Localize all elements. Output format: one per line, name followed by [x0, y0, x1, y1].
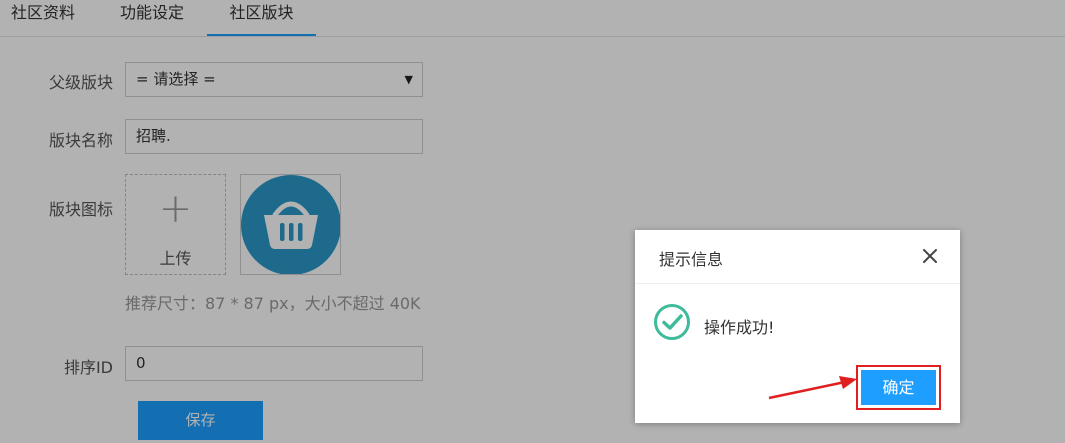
dialog-header: 提示信息	[635, 230, 960, 284]
dialog-title: 提示信息	[659, 250, 724, 269]
annotation-arrow-icon	[768, 376, 857, 400]
confirm-button[interactable]: 确定	[861, 370, 936, 405]
confirm-highlight-box: 确定	[856, 365, 941, 410]
dialog-message: 操作成功!	[704, 318, 775, 337]
success-check-icon	[654, 304, 690, 340]
close-icon[interactable]	[920, 246, 940, 266]
